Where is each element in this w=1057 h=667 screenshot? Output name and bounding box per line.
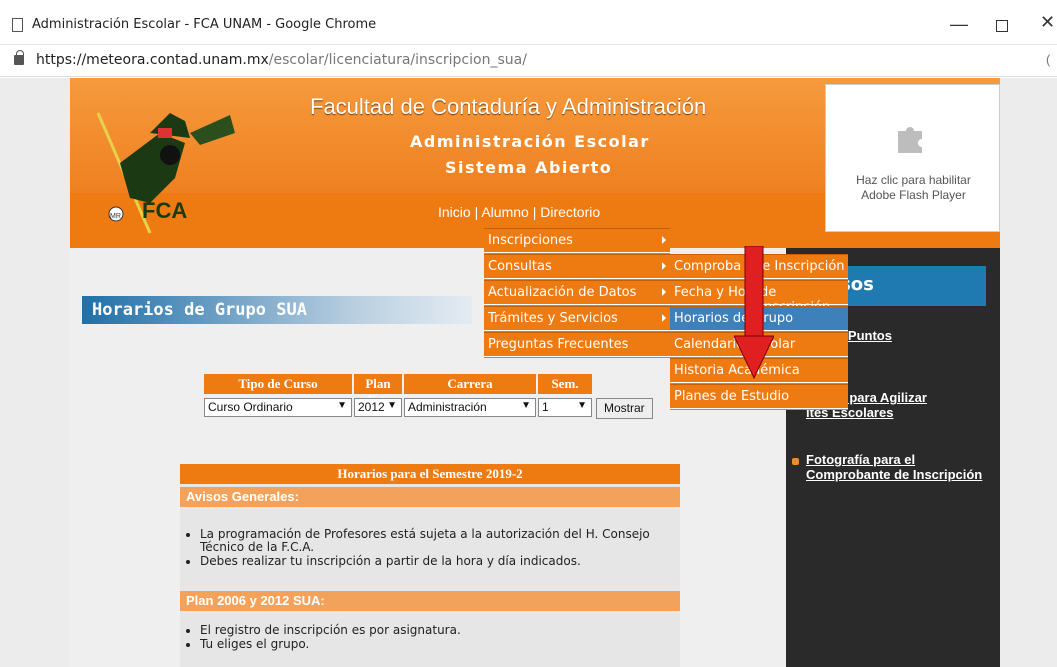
- menu-item-label: Consultas: [488, 259, 552, 274]
- maximize-icon[interactable]: [996, 20, 1008, 32]
- window-title: Administración Escolar - FCA UNAM - Goog…: [32, 17, 377, 32]
- header-plan: Plan Est.: [354, 374, 402, 407]
- menu-item-label: Planes de Estudio: [674, 389, 790, 404]
- menu-item-preguntas[interactable]: Preguntas Frecuentes: [484, 332, 670, 357]
- list-item: El registro de inscripción es por asigna…: [200, 624, 461, 637]
- page-title: Horarios de Grupo SUA: [82, 296, 472, 324]
- avisos-list: La programación de Profesores está sujet…: [200, 528, 650, 569]
- select-plan-value: 2012: [358, 400, 385, 414]
- mostrar-button[interactable]: Mostrar: [596, 398, 653, 419]
- window-titlebar: Administración Escolar - FCA UNAM - Goog…: [0, 0, 1057, 45]
- header-semestre: Sem.: [538, 374, 592, 394]
- zoom-icon[interactable]: (: [1046, 52, 1050, 67]
- horarios-panel: Horarios para el Semestre 2019-2 Avisos …: [180, 464, 680, 667]
- dropdown-arrow-icon: ▼: [387, 400, 397, 411]
- page-margin-right: [1000, 78, 1057, 667]
- url-host: https://meteora.contad.unam.mx: [36, 52, 269, 68]
- svg-text:MR: MR: [110, 213, 121, 220]
- menu-item-label: Inscripciones: [488, 233, 573, 248]
- menu-item-label: Actualización de Datos: [488, 285, 637, 300]
- nav-separator: |: [532, 204, 537, 220]
- link-fotografia[interactable]: Fotografía para el Comprobante de Inscrip…: [806, 452, 982, 482]
- alumno-menu: Inscripciones Consultas Actualización de…: [484, 228, 670, 358]
- document-icon: [12, 18, 23, 32]
- dropdown-arrow-icon: ▼: [337, 400, 347, 411]
- minimize-icon[interactable]: —: [950, 14, 968, 35]
- select-semestre-value: 1: [542, 400, 549, 414]
- link-text: Fotografía para el: [806, 452, 916, 467]
- close-icon[interactable]: ✕: [1040, 12, 1055, 33]
- flash-line-2: Adobe Flash Player: [861, 188, 966, 202]
- nav-alumno[interactable]: Alumno: [481, 204, 528, 220]
- logo-text: FCA: [142, 198, 187, 223]
- select-carrera-value: Administración: [408, 400, 487, 414]
- section-plan-2006-2012: Plan 2006 y 2012 SUA:: [180, 591, 680, 611]
- flash-plugin-placeholder[interactable]: Haz clic para habilitar Adobe Flash Play…: [825, 84, 1000, 232]
- site-subtitle-2: Sistema Abierto: [445, 158, 613, 177]
- menu-item-consultas[interactable]: Consultas: [484, 254, 670, 279]
- url-text[interactable]: https://meteora.contad.unam.mx/escolar/l…: [36, 52, 527, 68]
- page-margin-left: [0, 78, 70, 667]
- list-item: Tu eliges el grupo.: [200, 638, 461, 651]
- chevron-right-icon: [662, 262, 666, 270]
- dropdown-arrow-icon: ▼: [521, 400, 531, 411]
- puzzle-icon: [898, 127, 922, 153]
- menu-item-label: Trámites y Servicios: [488, 311, 618, 326]
- red-arrow-down-icon: [734, 246, 774, 380]
- lock-icon: [14, 50, 24, 65]
- link-text: Comprobante de Inscripción: [806, 467, 983, 482]
- plan-list: El registro de inscripción es por asigna…: [200, 624, 461, 652]
- select-tipo-curso[interactable]: Curso Ordinario ▼: [204, 398, 352, 417]
- section-avisos-generales: Avisos Generales:: [180, 487, 680, 507]
- menu-item-planes[interactable]: Planes de Estudio: [670, 384, 848, 409]
- web-page: MR FCA Facultad de Contaduría y Administ…: [0, 78, 1057, 667]
- list-item-text: La programación de Profesores está sujet…: [200, 527, 650, 541]
- menu-item-label: Comproba: [674, 259, 742, 274]
- bullet-icon: [792, 458, 799, 465]
- header-tipo-curso: Tipo de Curso: [204, 374, 352, 394]
- top-nav: Inicio | Alumno | Directorio: [438, 204, 600, 220]
- site-header: MR FCA Facultad de Contaduría y Administ…: [70, 78, 1000, 248]
- list-item-text: Técnico de la F.C.A.: [200, 540, 315, 554]
- menu-item-label: Preguntas Frecuentes: [488, 337, 629, 352]
- address-bar[interactable]: https://meteora.contad.unam.mx/escolar/l…: [0, 45, 1057, 77]
- chevron-right-icon: [662, 314, 666, 322]
- menu-item-inscripciones[interactable]: Inscripciones: [484, 228, 670, 253]
- select-plan[interactable]: 2012 ▼: [354, 398, 402, 417]
- nav-inicio[interactable]: Inicio: [438, 204, 471, 220]
- fca-logo: MR FCA: [96, 112, 235, 234]
- url-path: /escolar/licenciatura/inscripcion_sua/: [268, 52, 527, 68]
- horarios-title: Horarios para el Semestre 2019-2: [180, 464, 680, 484]
- select-semestre[interactable]: 1 ▼: [538, 398, 592, 417]
- nav-separator: |: [474, 204, 479, 220]
- menu-item-tramites[interactable]: Trámites y Servicios: [484, 306, 670, 331]
- header-carrera: Carrera: [404, 374, 536, 394]
- flash-line-1: Haz clic para habilitar: [856, 173, 971, 187]
- list-item: La programación de Profesores está sujet…: [200, 528, 650, 554]
- select-carrera[interactable]: Administración ▼: [404, 398, 536, 417]
- chevron-right-icon: [662, 288, 666, 296]
- chevron-right-icon: [662, 236, 666, 244]
- dropdown-arrow-icon: ▼: [577, 400, 587, 411]
- site-title: Facultad de Contaduría y Administración: [310, 94, 707, 119]
- list-item: Debes realizar tu inscripción a partir d…: [200, 555, 650, 568]
- nav-directorio[interactable]: Directorio: [540, 204, 600, 220]
- menu-item-actualizacion[interactable]: Actualización de Datos: [484, 280, 670, 305]
- flash-message: Haz clic para habilitar Adobe Flash Play…: [826, 173, 1001, 203]
- site-subtitle-1: Administración Escolar: [410, 132, 650, 151]
- select-tipo-curso-value: Curso Ordinario: [208, 400, 293, 414]
